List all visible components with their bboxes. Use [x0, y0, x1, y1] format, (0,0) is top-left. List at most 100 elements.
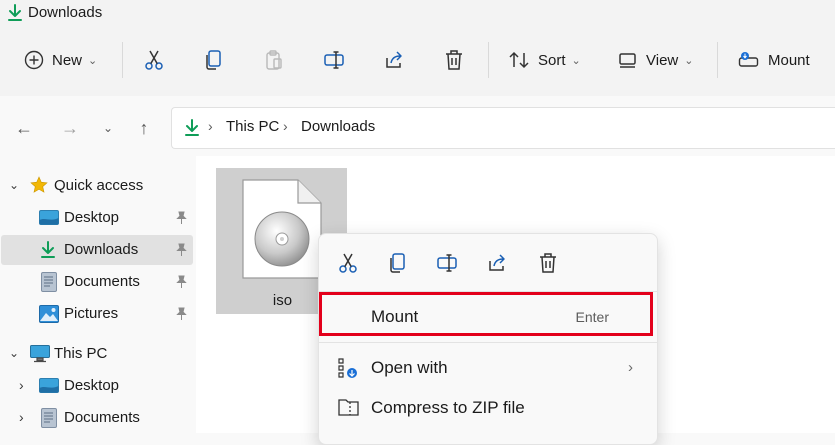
mount-button[interactable]: Mount [738, 40, 810, 80]
chevron-right-icon: › [628, 359, 633, 376]
clipboard-icon [264, 49, 284, 71]
chevron-right-icon[interactable]: › [19, 377, 24, 393]
computer-icon [30, 345, 50, 363]
menu-item-label: Open with [371, 358, 448, 377]
sort-label: Sort [538, 51, 566, 69]
copy-icon [388, 252, 408, 274]
chevron-right-icon: › [208, 118, 213, 134]
arrow-up-icon: ↑ [139, 117, 149, 138]
arrow-right-icon: → [61, 117, 79, 138]
toolbar-divider [122, 42, 123, 78]
pin-icon[interactable] [175, 275, 187, 289]
menu-item-compress-zip[interactable]: Compress to ZIP file [319, 388, 657, 428]
trash-icon [444, 49, 464, 71]
pictures-icon [39, 305, 59, 323]
title-bar: Downloads [0, 0, 835, 26]
share-icon [487, 253, 509, 273]
arrow-left-icon: ← [15, 117, 33, 138]
delete-button[interactable] [444, 40, 464, 80]
rename-icon [437, 253, 459, 273]
address-bar[interactable]: › This PC › Downloads [171, 107, 835, 149]
sidebar-item-documents-pc[interactable]: › Documents [0, 403, 196, 433]
sidebar-item-label: Downloads [64, 241, 139, 258]
zip-folder-icon [338, 397, 360, 417]
mount-label: Mount [768, 51, 810, 69]
desktop-icon [39, 210, 59, 226]
sidebar-item-desktop[interactable]: Desktop [0, 203, 196, 233]
chevron-down-icon: ⌄ [88, 54, 98, 67]
share-button[interactable] [384, 40, 406, 80]
sidebar-item-this-pc[interactable]: ⌄ This PC [0, 339, 196, 369]
view-icon [618, 50, 638, 70]
star-icon [30, 176, 48, 194]
sidebar-item-quick-access[interactable]: ⌄ Quick access [0, 171, 196, 201]
menu-item-open-with[interactable]: Open with › [319, 348, 657, 388]
sidebar-item-label: Documents [64, 409, 140, 426]
pin-icon[interactable] [175, 243, 187, 257]
downloads-icon [6, 3, 24, 23]
cut-button[interactable] [336, 251, 360, 275]
disc-image-file-icon [242, 179, 322, 279]
address-row: ← → ⌄ ↑ › This PC › Downloads [0, 96, 835, 156]
copy-button[interactable] [386, 251, 410, 275]
command-bar: New ⌄ Sort ⌄ View ⌄ Mount [0, 26, 835, 97]
downloads-icon [39, 240, 57, 260]
new-label: New [52, 51, 83, 69]
pin-icon[interactable] [175, 211, 187, 225]
trash-icon [538, 252, 558, 274]
context-menu-quick-actions [319, 234, 657, 290]
context-menu: Mount Enter Open with › Compress to ZIP … [318, 233, 658, 445]
toolbar-divider [717, 42, 718, 78]
sidebar-item-label: Quick access [54, 177, 144, 194]
chevron-down-icon: ⌄ [571, 54, 581, 67]
sidebar-item-downloads[interactable]: Downloads [1, 235, 193, 265]
open-with-icon [338, 357, 358, 379]
pin-icon[interactable] [175, 307, 187, 321]
window-title: Downloads [28, 4, 103, 21]
sidebar-item-documents[interactable]: Documents [0, 267, 196, 297]
chevron-down-icon[interactable]: ⌄ [9, 346, 19, 360]
chevron-right-icon: › [283, 118, 288, 134]
share-button[interactable] [486, 251, 510, 275]
share-icon [384, 50, 406, 70]
sidebar-item-label: Desktop [64, 377, 120, 394]
toolbar-divider [488, 42, 489, 78]
plus-circle-icon [24, 50, 44, 70]
rename-button[interactable] [324, 40, 346, 80]
scissors-icon [144, 49, 164, 71]
breadcrumb-downloads[interactable]: Downloads [301, 118, 375, 135]
desktop-icon [39, 378, 59, 394]
sort-button[interactable]: Sort ⌄ [508, 40, 581, 80]
chevron-down-icon: ⌄ [684, 54, 694, 67]
sidebar-item-label: Pictures [64, 305, 119, 322]
sidebar-item-label: Desktop [64, 209, 120, 226]
sidebar-item-pictures[interactable]: Pictures [0, 299, 196, 329]
view-button[interactable]: View ⌄ [618, 40, 693, 80]
delete-button[interactable] [536, 251, 560, 275]
chevron-down-icon: ⌄ [102, 121, 114, 135]
new-button[interactable]: New ⌄ [24, 40, 97, 80]
menu-item-label: Compress to ZIP file [371, 398, 525, 417]
rename-button[interactable] [436, 251, 460, 275]
copy-button[interactable] [204, 40, 224, 80]
sidebar-item-desktop-pc[interactable]: › Desktop [0, 371, 196, 401]
mount-disc-icon [738, 51, 760, 69]
navigation-pane: ⌄ Quick access Desktop Downloads Documen… [0, 156, 196, 433]
highlight-box [319, 292, 653, 336]
cut-button[interactable] [144, 40, 164, 80]
copy-icon [204, 49, 224, 71]
document-icon [41, 272, 57, 292]
forward-button[interactable]: → [58, 116, 82, 140]
recent-locations-button[interactable]: ⌄ [96, 116, 120, 140]
scissors-icon [338, 252, 358, 274]
rename-icon [324, 50, 346, 70]
paste-button[interactable] [264, 40, 284, 80]
chevron-down-icon[interactable]: ⌄ [9, 178, 19, 192]
up-button[interactable]: ↑ [132, 116, 156, 140]
downloads-icon [183, 118, 201, 138]
breadcrumb-this-pc[interactable]: This PC [226, 118, 279, 135]
sidebar-item-label: This PC [54, 345, 108, 362]
sort-icon [508, 50, 530, 70]
chevron-right-icon[interactable]: › [19, 409, 24, 425]
back-button[interactable]: ← [12, 116, 36, 140]
